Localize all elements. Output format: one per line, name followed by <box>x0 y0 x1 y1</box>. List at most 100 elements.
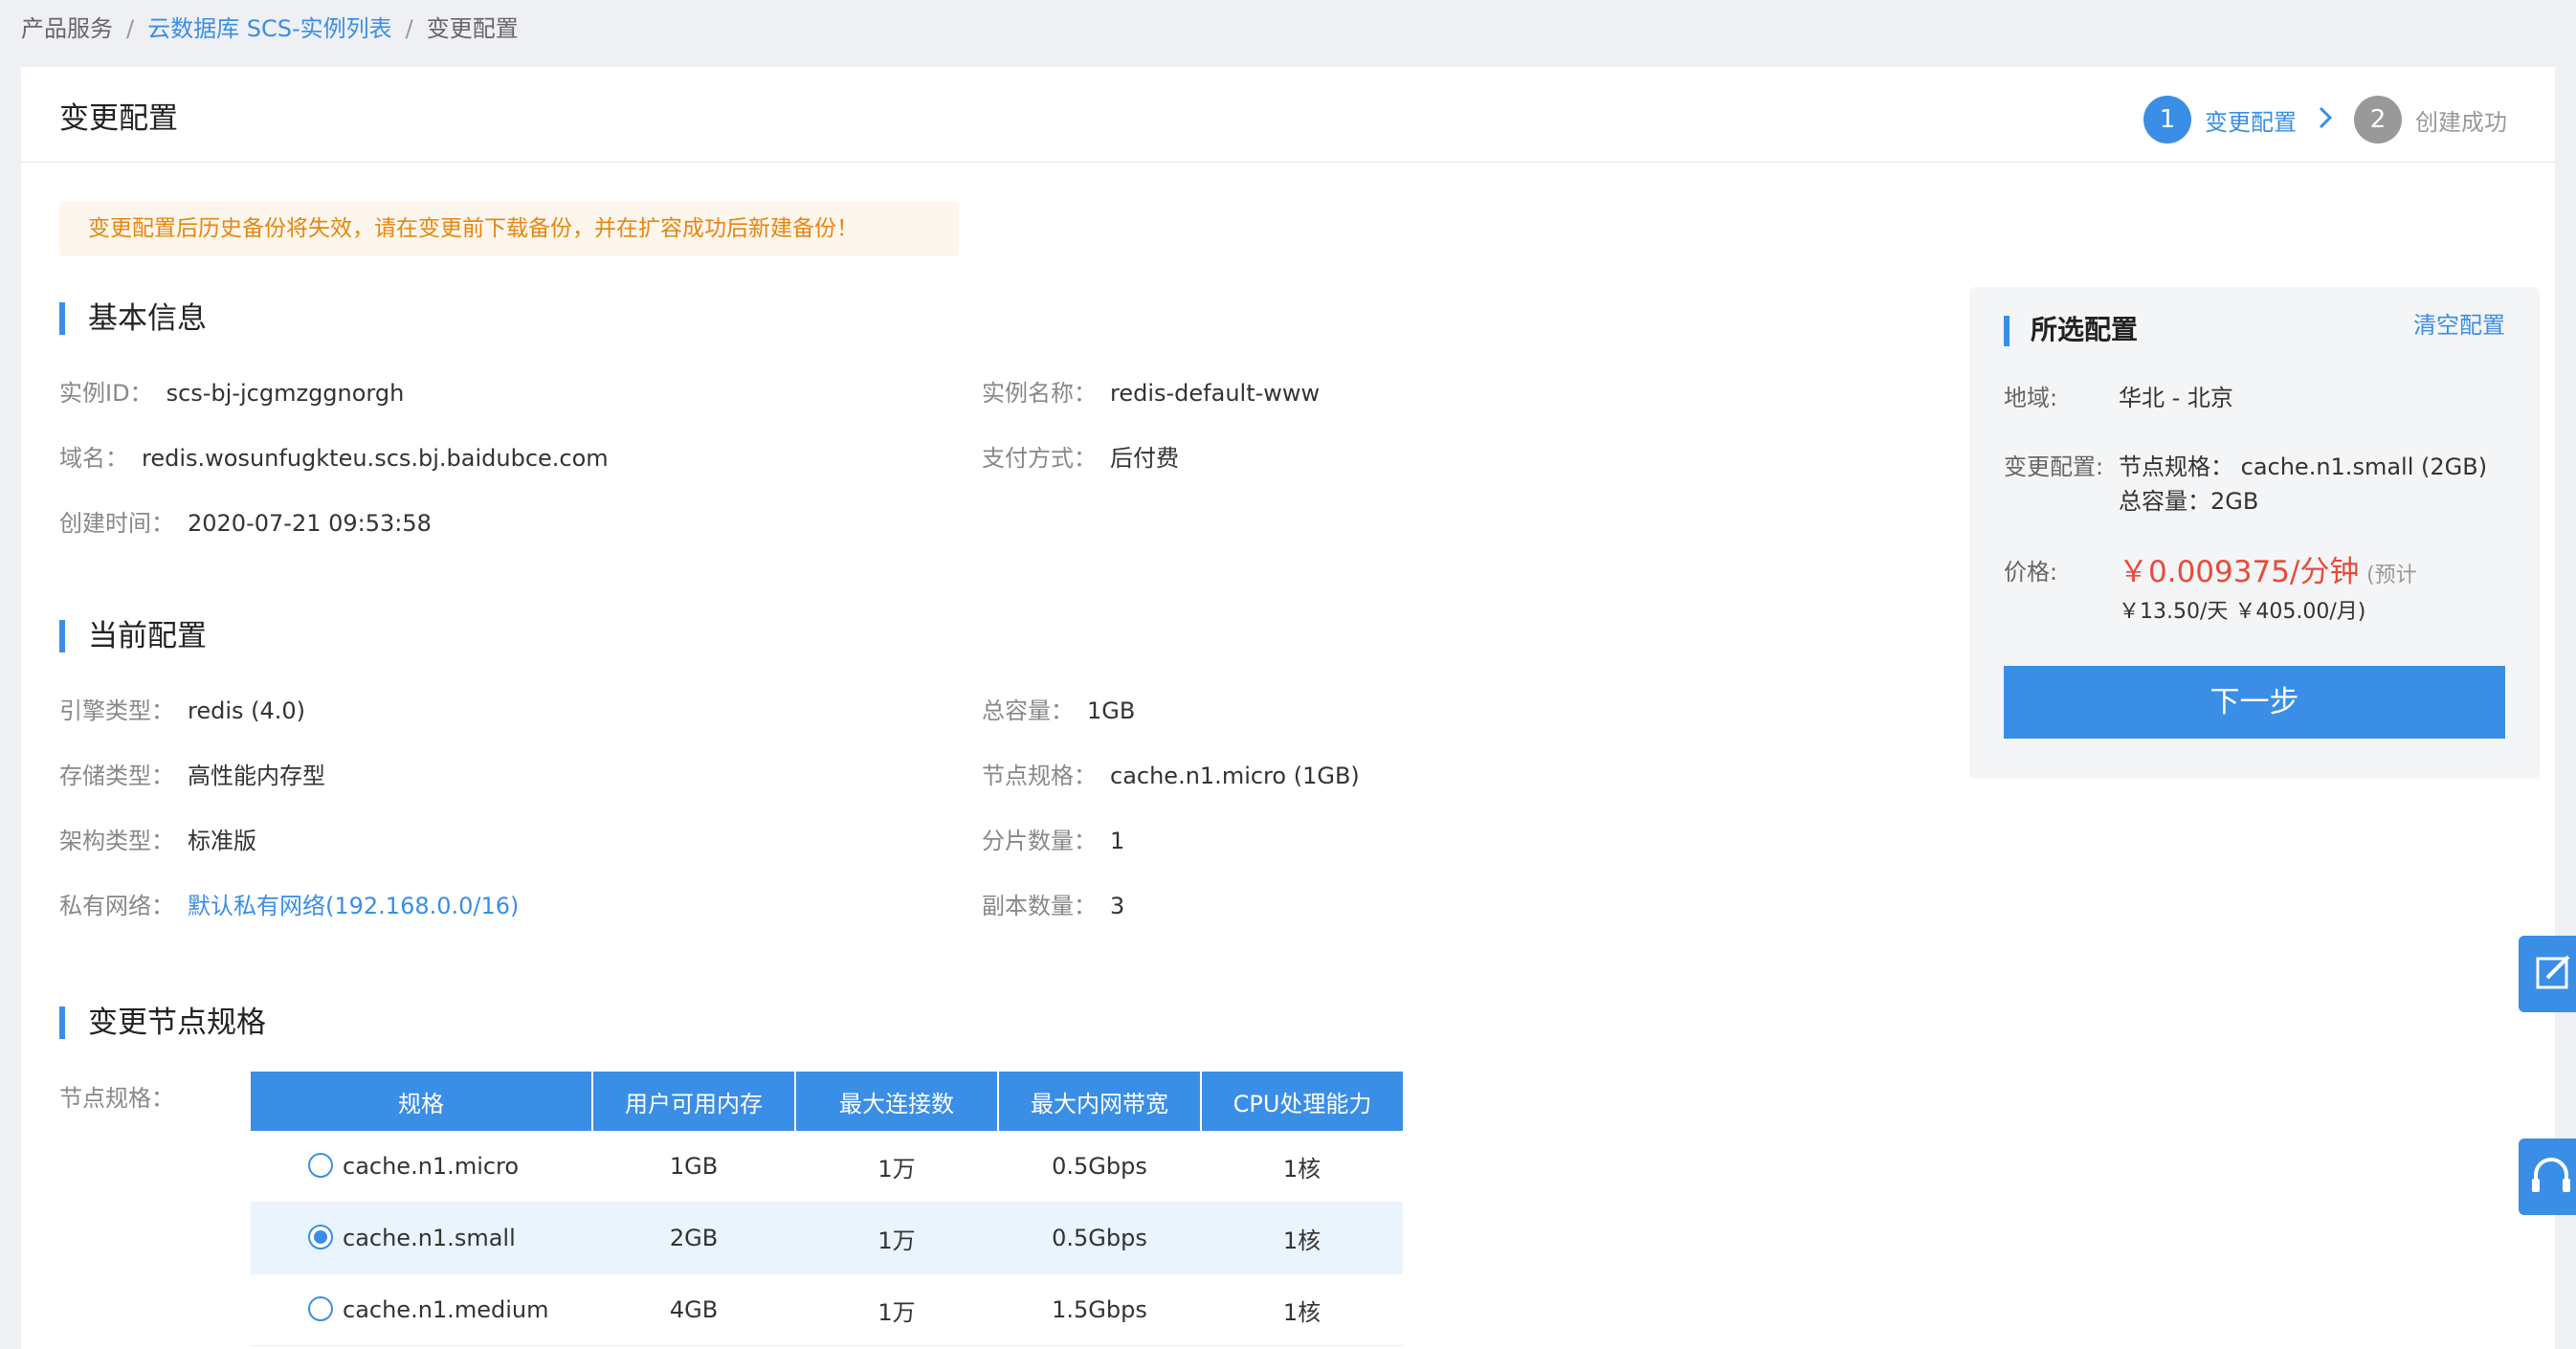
column-header: CPU处理能力 <box>1201 1072 1403 1131</box>
connections-cell: 1万 <box>795 1131 998 1203</box>
field-value: 总容量：2GB <box>2119 488 2259 515</box>
breadcrumb-current: 变更配置 <box>426 15 519 42</box>
section-title-current: 当前配置 <box>59 618 207 654</box>
field-engine: 引擎类型： redis (4.0) <box>59 697 305 725</box>
step-indicator: 1 变更配置 2 创建成功 <box>2143 96 2507 144</box>
field-value: 高性能内存型 <box>188 763 325 789</box>
table-row[interactable]: cache.n1.micro 1GB 1万 0.5Gbps 1核 <box>251 1131 1403 1203</box>
field-value: 3 <box>1110 893 1125 919</box>
field-value: 后付费 <box>1110 445 1179 472</box>
field-label: 价格: <box>2004 559 2058 586</box>
field-value: 标准版 <box>188 828 256 854</box>
feedback-float-button[interactable] <box>2519 936 2576 1012</box>
field-label: 总容量： <box>982 697 1074 724</box>
field-value: redis-default-www <box>1110 380 1321 407</box>
vpc-link[interactable]: 默认私有网络(192.168.0.0/16) <box>188 893 519 919</box>
page-title: 变更配置 <box>59 101 178 136</box>
spec-radio-micro[interactable] <box>308 1153 333 1178</box>
spec-cell: cache.n1.small <box>251 1202 592 1274</box>
field-label: 创建时间： <box>59 510 174 537</box>
field-instance-name: 实例名称： redis-default-www <box>982 379 1320 408</box>
spec-name: cache.n1.small <box>343 1225 516 1251</box>
step-2-label: 创建成功 <box>2415 108 2507 136</box>
column-header: 最大连接数 <box>795 1072 999 1131</box>
breadcrumb-separator: / <box>126 15 135 42</box>
field-value: cache.n1.micro (1GB) <box>1110 763 1360 789</box>
field-label: 副本数量： <box>982 893 1097 919</box>
field-vpc: 私有网络： 默认私有网络(192.168.0.0/16) <box>59 892 519 920</box>
breadcrumb: 产品服务 / 云数据库 SCS-实例列表 / 变更配置 <box>21 0 519 57</box>
field-architecture: 架构类型： 标准版 <box>59 827 256 855</box>
section-title-basic: 基本信息 <box>59 300 207 337</box>
headset-icon <box>2532 1158 2570 1192</box>
edit-icon <box>2536 955 2570 989</box>
field-replicas: 副本数量： 3 <box>982 892 1124 920</box>
memory-cell: 4GB <box>592 1273 795 1346</box>
field-instance-id: 实例ID： scs-bj-jcgmzggnorgh <box>59 379 404 408</box>
column-header: 最大内网带宽 <box>998 1072 1202 1131</box>
main-card: 变更配置 1 变更配置 2 创建成功 变更配置后历史备份将失效，请在变更前下载备… <box>21 67 2555 1349</box>
cpu-cell: 1核 <box>1201 1131 1403 1203</box>
chevron-right-icon <box>2318 105 2333 134</box>
step-2-number: 2 <box>2354 96 2402 144</box>
column-header: 规格 <box>251 1072 593 1131</box>
field-label: 域名： <box>59 445 128 472</box>
step-1-number: 1 <box>2143 96 2191 144</box>
field-label: 变更配置: <box>2004 453 2104 480</box>
card-header: 变更配置 1 变更配置 2 创建成功 <box>21 67 2555 163</box>
next-step-button[interactable]: 下一步 <box>2004 666 2505 739</box>
step-1: 1 变更配置 <box>2143 96 2297 144</box>
field-value: 2020-07-21 09:53:58 <box>188 510 432 537</box>
field-domain: 域名： redis.wosunfugkteu.scs.bj.baidubce.co… <box>59 444 609 473</box>
bandwidth-cell: 1.5Gbps <box>998 1273 1201 1346</box>
price-per-minute: ￥0.009375/分钟 <box>2119 555 2360 589</box>
field-label: 架构类型： <box>59 828 174 854</box>
breadcrumb-products[interactable]: 产品服务 <box>21 15 113 42</box>
step-1-label: 变更配置 <box>2205 108 2297 136</box>
field-value: 华北 - 北京 <box>2119 385 2233 411</box>
price-value: ￥0.009375/分钟 (预计 <box>2119 555 2417 593</box>
memory-cell: 2GB <box>592 1202 795 1274</box>
field-label: 实例ID： <box>59 380 153 407</box>
field-label: 引擎类型： <box>59 697 174 724</box>
support-float-button[interactable] <box>2519 1139 2576 1215</box>
spec-name: cache.n1.medium <box>343 1296 549 1323</box>
field-value: redis (4.0) <box>188 697 306 724</box>
field-label: 地域: <box>2004 385 2058 411</box>
connections-cell: 1万 <box>795 1273 998 1346</box>
field-label: 实例名称： <box>982 380 1097 407</box>
breadcrumb-instance-list[interactable]: 云数据库 SCS-实例列表 <box>147 15 392 42</box>
price-estimate: ￥13.50/天 ￥405.00/月) <box>2119 600 2366 624</box>
field-value: 1 <box>1110 828 1125 854</box>
field-label: 节点规格： <box>982 763 1097 789</box>
field-value: redis.wosunfugkteu.scs.bj.baidubce.com <box>142 445 609 472</box>
table-row[interactable]: cache.n1.medium 4GB 1万 1.5Gbps 1核 <box>251 1273 1403 1346</box>
field-label: 分片数量： <box>982 828 1097 854</box>
cpu-cell: 1核 <box>1201 1202 1403 1274</box>
field-value: 节点规格： cache.n1.small (2GB) <box>2119 453 2488 480</box>
price-estimate-prefix: (预计 <box>2366 564 2417 587</box>
step-2: 2 创建成功 <box>2354 96 2507 144</box>
spec-label: 节点规格： <box>59 1085 174 1112</box>
field-value: 1GB <box>1087 697 1136 724</box>
field-payment: 支付方式： 后付费 <box>982 444 1179 473</box>
field-capacity: 总容量： 1GB <box>982 697 1135 725</box>
clear-config-link[interactable]: 清空配置 <box>2413 306 2505 340</box>
spec-radio-medium[interactable] <box>308 1296 333 1321</box>
table-header-row: 规格 用户可用内存 最大连接数 最大内网带宽 CPU处理能力 <box>251 1072 1403 1131</box>
field-label: 私有网络： <box>59 893 174 919</box>
bandwidth-cell: 0.5Gbps <box>998 1202 1201 1274</box>
selected-config-panel: 所选配置 清空配置 地域: 华北 - 北京 变更配置: 节点规格： cache.… <box>1969 287 2540 779</box>
field-label: 支付方式： <box>982 445 1097 472</box>
table-row[interactable]: cache.n1.small 2GB 1万 0.5Gbps 1核 <box>251 1202 1403 1274</box>
connections-cell: 1万 <box>795 1202 998 1274</box>
spec-cell: cache.n1.micro <box>251 1131 592 1203</box>
spec-name: cache.n1.micro <box>343 1153 520 1180</box>
field-value: scs-bj-jcgmzggnorgh <box>166 380 405 407</box>
spec-cell: cache.n1.medium <box>251 1273 592 1346</box>
spec-radio-small[interactable] <box>308 1225 333 1249</box>
column-header: 用户可用内存 <box>592 1072 796 1131</box>
breadcrumb-separator: / <box>405 15 413 42</box>
section-title-change: 变更节点规格 <box>59 1005 266 1041</box>
field-storage: 存储类型： 高性能内存型 <box>59 762 325 790</box>
